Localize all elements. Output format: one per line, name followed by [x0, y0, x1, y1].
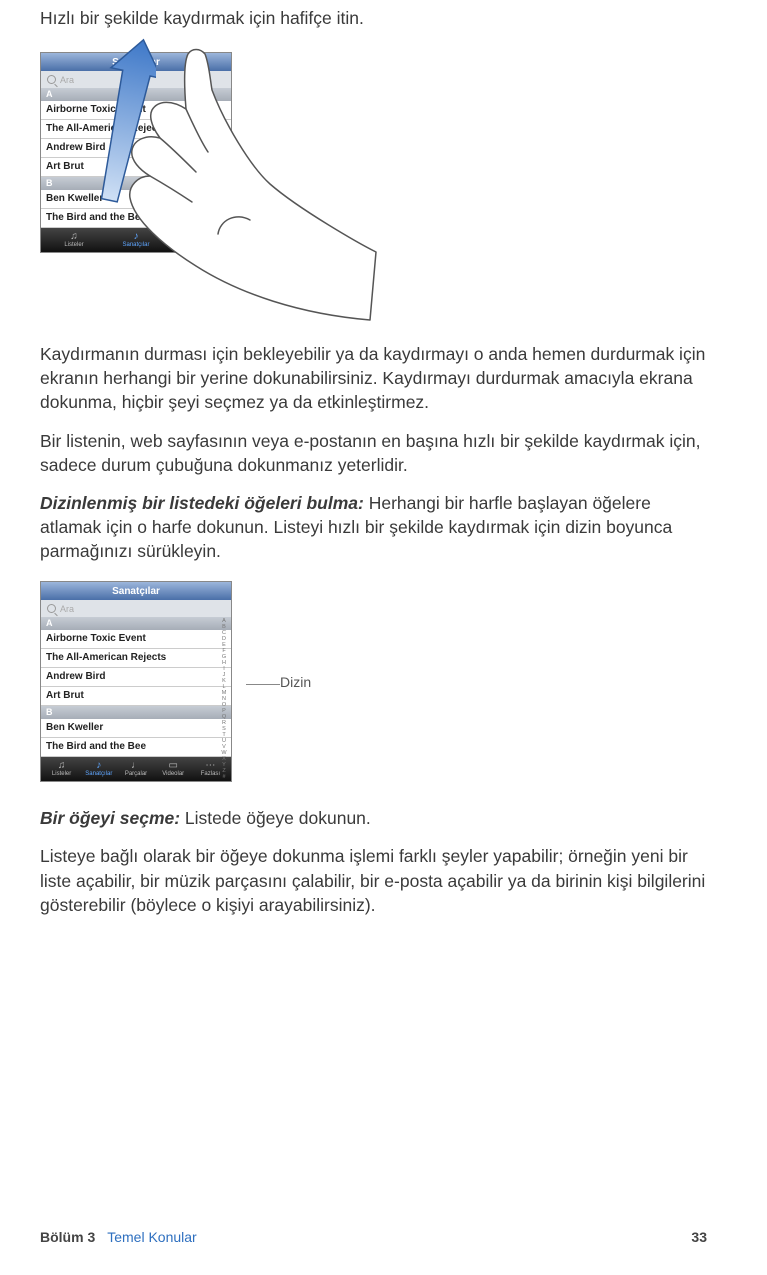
chapter-number: Bölüm 3 — [40, 1229, 95, 1245]
list-item: Art Brut — [41, 687, 231, 706]
tab-bar: ♫Listeler ♪Sanatçılar ♩Parçalar — [41, 228, 231, 252]
tab-lists: ♫Listeler — [43, 232, 105, 248]
chapter-title: Temel Konular — [107, 1229, 197, 1245]
nav-title: Sanatçılar — [41, 582, 231, 600]
figure-index: Sanatçılar Ara A Airborne Toxic Event Th… — [40, 581, 707, 782]
search-placeholder: Ara — [60, 604, 74, 614]
tab-bar: ♫Listeler ♪Sanatçılar ♩Parçalar ▭Videola… — [41, 757, 231, 781]
index-strip: ABCDEFGHIJKLMNOPQRSTUVWXYZ# — [219, 618, 229, 751]
search-icon — [47, 604, 56, 613]
chapter-ref: Bölüm 3 Temel Konular — [40, 1229, 197, 1245]
intro-para: Hızlı bir şekilde kaydırmak için hafifçe… — [40, 6, 707, 30]
heading-select: Bir öğeyi seçme: — [40, 808, 185, 828]
para-status-bar: Bir listenin, web sayfasının veya e-post… — [40, 429, 707, 477]
page-footer: Bölüm 3 Temel Konular 33 — [40, 1229, 707, 1245]
list-item: The All-American Rejects — [41, 649, 231, 668]
callout-line — [246, 684, 280, 685]
search-placeholder: Ara — [60, 75, 74, 85]
search-icon — [47, 75, 56, 84]
tab-songs: ♩Parçalar — [117, 761, 154, 777]
section-a: A — [41, 617, 231, 630]
ipod-screen-2: Sanatçılar Ara A Airborne Toxic Event Th… — [40, 581, 232, 782]
search-bar: Ara — [41, 600, 231, 617]
para-actions: Listeye bağlı olarak bir öğeye dokunma i… — [40, 844, 707, 916]
tab-videos: ▭Videolar — [155, 761, 192, 777]
tab-artists: ♪Sanatçılar — [80, 761, 117, 777]
list-item: Ben Kweller — [41, 719, 231, 738]
list-item: Andrew Bird — [41, 668, 231, 687]
para-index: Dizinlenmiş bir listedeki öğeleri bulma:… — [40, 491, 707, 563]
figure-flick: Sanatçılar Ara A Airborne Toxic Event Th… — [40, 48, 707, 318]
tab-artists: ♪Sanatçılar — [105, 232, 167, 248]
page-number: 33 — [691, 1229, 707, 1245]
list-item: The Bird and the Bee — [41, 738, 231, 757]
tab-songs: ♩Parçalar — [167, 232, 229, 248]
flick-arrow-icon — [96, 32, 156, 212]
list-item: Airborne Toxic Event — [41, 630, 231, 649]
heading-indexed: Dizinlenmiş bir listedeki öğeleri bulma: — [40, 493, 369, 513]
heading-select-rest: Listede öğeye dokunun. — [185, 808, 371, 828]
section-b: B — [41, 706, 231, 719]
index-letter: # — [219, 774, 229, 780]
callout-label: Dizin — [280, 674, 311, 690]
tab-lists: ♫Listeler — [43, 761, 80, 777]
para-select: Bir öğeyi seçme: Listede öğeye dokunun. — [40, 806, 707, 830]
para-stop-scroll: Kaydırmanın durması için bekleyebilir ya… — [40, 342, 707, 414]
